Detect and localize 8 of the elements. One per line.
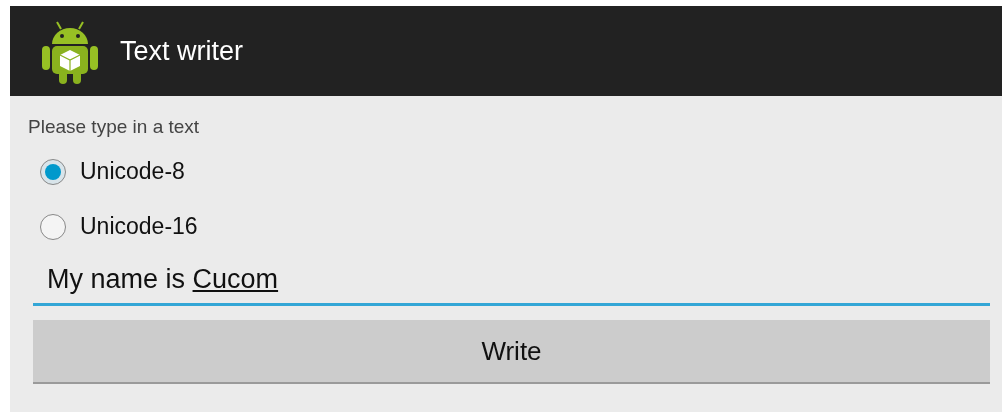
radio-option[interactable]: Unicode-16 bbox=[28, 199, 204, 254]
radio-button[interactable] bbox=[40, 158, 66, 185]
app-title: Text writer bbox=[120, 35, 244, 67]
radio-button[interactable] bbox=[40, 213, 66, 240]
prompt-label: Please type in a text bbox=[28, 116, 201, 138]
radio-option[interactable]: Unicode-8 bbox=[28, 144, 191, 199]
text-input-field[interactable]: My name is Cucom bbox=[33, 260, 990, 306]
write-button[interactable]: Write bbox=[33, 320, 990, 384]
